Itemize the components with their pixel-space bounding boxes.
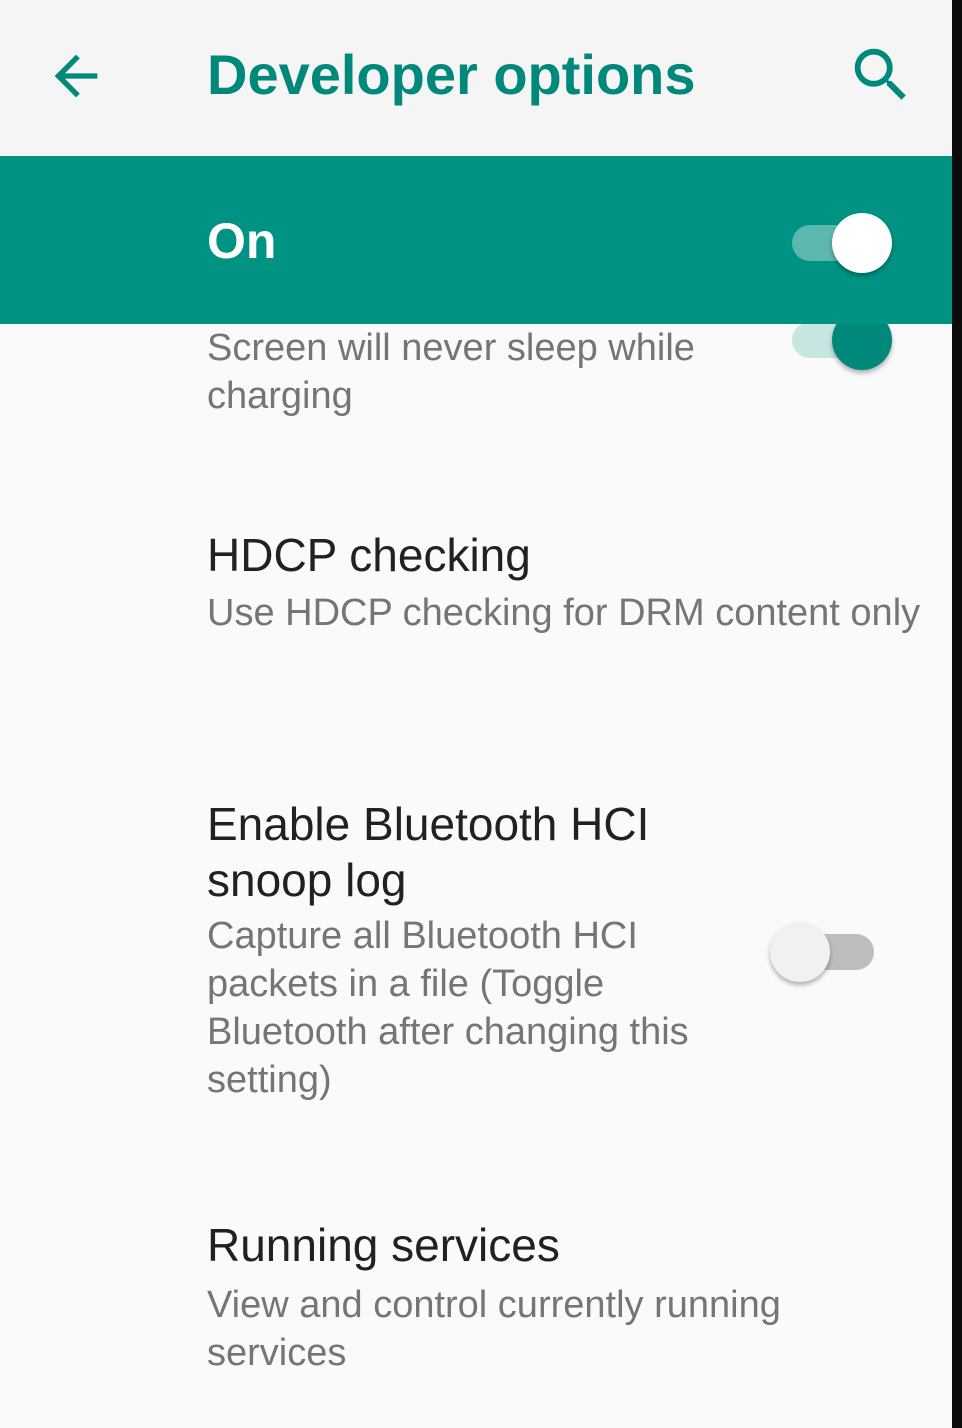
setting-title: Enable Bluetooth HCI snoop log <box>207 798 650 906</box>
page-title: Developer options <box>207 43 696 106</box>
setting-summary: View and control currently running servi… <box>207 1284 781 1374</box>
switch-thumb <box>832 213 892 273</box>
setting-item-stay-awake[interactable]: Screen will never sleep while charging <box>207 324 767 420</box>
setting-item-bluetooth-hci-snoop-log[interactable]: Enable Bluetooth HCI snoop log Capture a… <box>207 796 707 1104</box>
setting-item-hdcp-checking[interactable]: HDCP checking Use HDCP checking for DRM … <box>207 527 927 637</box>
master-switch-bar[interactable]: On <box>0 156 952 324</box>
setting-title: HDCP checking <box>207 529 531 581</box>
setting-summary: Capture all Bluetooth HCI packets in a f… <box>207 915 689 1101</box>
master-toggle-switch[interactable] <box>790 208 900 278</box>
setting-summary: Use HDCP checking for DRM content only <box>207 592 921 634</box>
switch-thumb <box>770 922 830 982</box>
search-icon <box>854 48 906 100</box>
setting-summary: Screen will never sleep while charging <box>207 327 695 417</box>
master-switch-label: On <box>207 213 277 269</box>
arrow-back-icon <box>54 54 98 98</box>
app-bar: Developer options <box>0 0 952 156</box>
setting-title: Running services <box>207 1219 560 1271</box>
screen-edge <box>952 0 962 1428</box>
back-button[interactable] <box>44 44 108 108</box>
search-button[interactable] <box>846 40 916 110</box>
setting-item-running-services[interactable]: Running services View and control curren… <box>207 1217 887 1377</box>
bluetooth-hci-toggle-switch[interactable] <box>770 918 880 988</box>
